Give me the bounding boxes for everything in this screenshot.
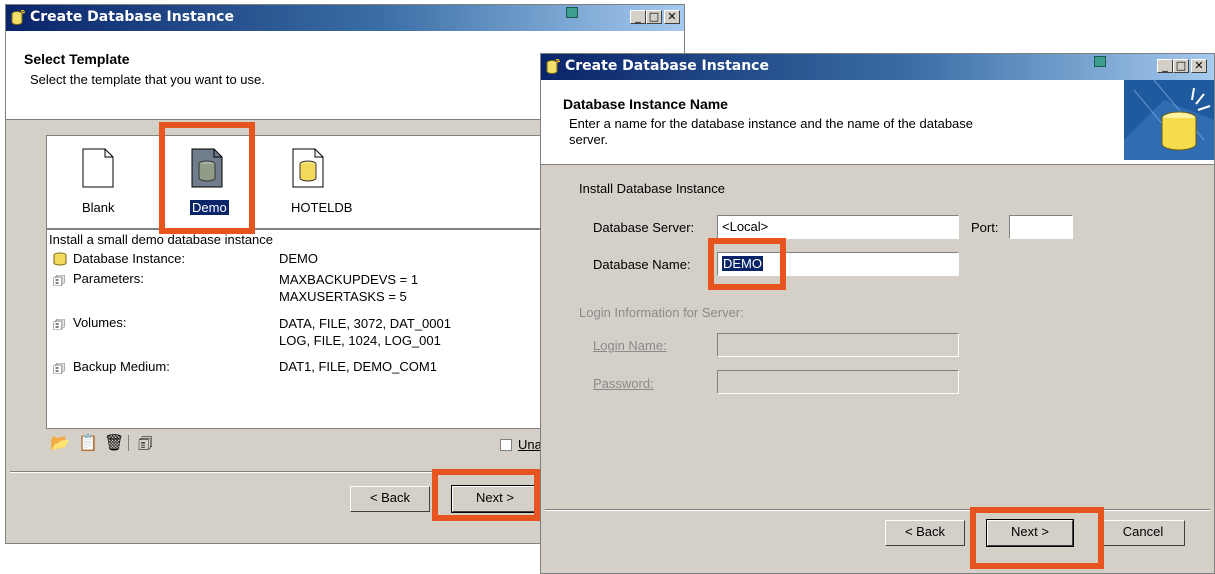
close-button[interactable]: ✕ <box>1191 59 1207 73</box>
demo-database-icon <box>191 148 223 188</box>
close-button[interactable]: ✕ <box>664 10 680 24</box>
login-name-label: Login Name: <box>593 338 667 353</box>
password-label: Password: <box>593 376 654 391</box>
port-label: Port: <box>971 220 999 235</box>
login-name-input[interactable] <box>717 333 959 357</box>
window-title: Create Database Instance <box>565 58 769 74</box>
page-subtitle: Select the template that you want to use… <box>30 72 265 87</box>
template-item-blank[interactable]: Blank <box>69 144 139 224</box>
tray-icon <box>1094 56 1106 67</box>
database-name-input[interactable]: DEMO <box>717 252 959 276</box>
template-item-hoteldb[interactable]: HOTELDB <box>265 144 352 224</box>
properties-icon: 🗊 <box>53 361 66 376</box>
next-button[interactable]: Next > <box>451 485 539 513</box>
properties-icon: 🗊 <box>53 273 66 288</box>
template-label: Demo <box>189 199 230 216</box>
database-app-icon <box>11 10 25 25</box>
minimize-button[interactable]: _ <box>1157 59 1173 73</box>
delete-icon[interactable]: 🗑 <box>104 433 124 453</box>
detail-value: MAXBACKUPDEVS = 1 MAXUSERTASKS = 5 <box>279 272 419 304</box>
server-label: Database Server: <box>593 220 695 235</box>
page-subtitle: Enter a name for the database instance a… <box>569 116 974 147</box>
database-icon <box>292 148 324 188</box>
database-server-input[interactable]: <Local> <box>717 215 959 239</box>
maximize-button[interactable]: □ <box>646 10 662 24</box>
database-app-icon <box>546 59 560 74</box>
template-label: Blank <box>82 200 115 215</box>
tray-icon <box>566 7 578 18</box>
detail-name: Parameters: <box>73 271 144 286</box>
login-group-label: Login Information for Server: <box>579 305 744 320</box>
back-button[interactable]: < Back <box>350 486 430 512</box>
wizard-header: Database Instance Name Enter a name for … <box>541 80 1214 165</box>
detail-name: Backup Medium: <box>73 359 170 374</box>
checkbox-label: Una <box>518 437 542 452</box>
detail-value: DATA, FILE, 3072, DAT_0001 LOG, FILE, 10… <box>279 316 451 348</box>
detail-value: DAT1, FILE, DEMO_COM1 <box>279 359 437 374</box>
name-label: Database Name: <box>593 257 691 272</box>
password-input[interactable] <box>717 370 959 394</box>
next-button[interactable]: Next > <box>986 519 1074 547</box>
properties-icon[interactable]: 🗊 <box>138 433 153 460</box>
title-bar[interactable]: Create Database Instance _ □ ✕ <box>6 5 684 31</box>
back-button[interactable]: < Back <box>885 520 965 546</box>
blank-template-icon <box>82 148 114 188</box>
minimize-button[interactable]: _ <box>630 10 646 24</box>
title-bar[interactable]: Create Database Instance _ □ ✕ <box>541 54 1214 80</box>
maximize-button[interactable]: □ <box>1173 59 1189 73</box>
database-graphic-icon <box>1124 80 1214 160</box>
template-item-demo[interactable]: Demo <box>172 144 242 224</box>
page-title: Select Template <box>24 51 130 67</box>
database-icon <box>53 252 67 266</box>
open-folder-icon[interactable]: 📂 <box>50 433 70 453</box>
port-input[interactable] <box>1009 215 1073 239</box>
detail-value: DEMO <box>279 251 318 266</box>
checkbox[interactable] <box>500 439 512 451</box>
database-instance-name-window: Create Database Instance _ □ ✕ Database … <box>540 53 1215 574</box>
detail-name: Database Instance: <box>73 251 186 266</box>
template-description: Install a small demo database instance <box>49 232 274 247</box>
button-separator <box>545 509 1210 511</box>
page-title: Database Instance Name <box>563 96 728 112</box>
cancel-button[interactable]: Cancel <box>1101 520 1185 546</box>
database-name-value: DEMO <box>722 256 763 271</box>
detail-name: Volumes: <box>73 315 127 330</box>
properties-icon: 🗊 <box>53 317 66 332</box>
group-label: Install Database Instance <box>579 181 725 196</box>
template-toolbar: 📂 📋 🗑 🗊 <box>50 433 210 455</box>
toolbar-separator <box>128 435 129 451</box>
template-label: HOTELDB <box>291 200 353 215</box>
window-title: Create Database Instance <box>30 9 234 25</box>
copy-icon[interactable]: 📋 <box>78 433 98 453</box>
